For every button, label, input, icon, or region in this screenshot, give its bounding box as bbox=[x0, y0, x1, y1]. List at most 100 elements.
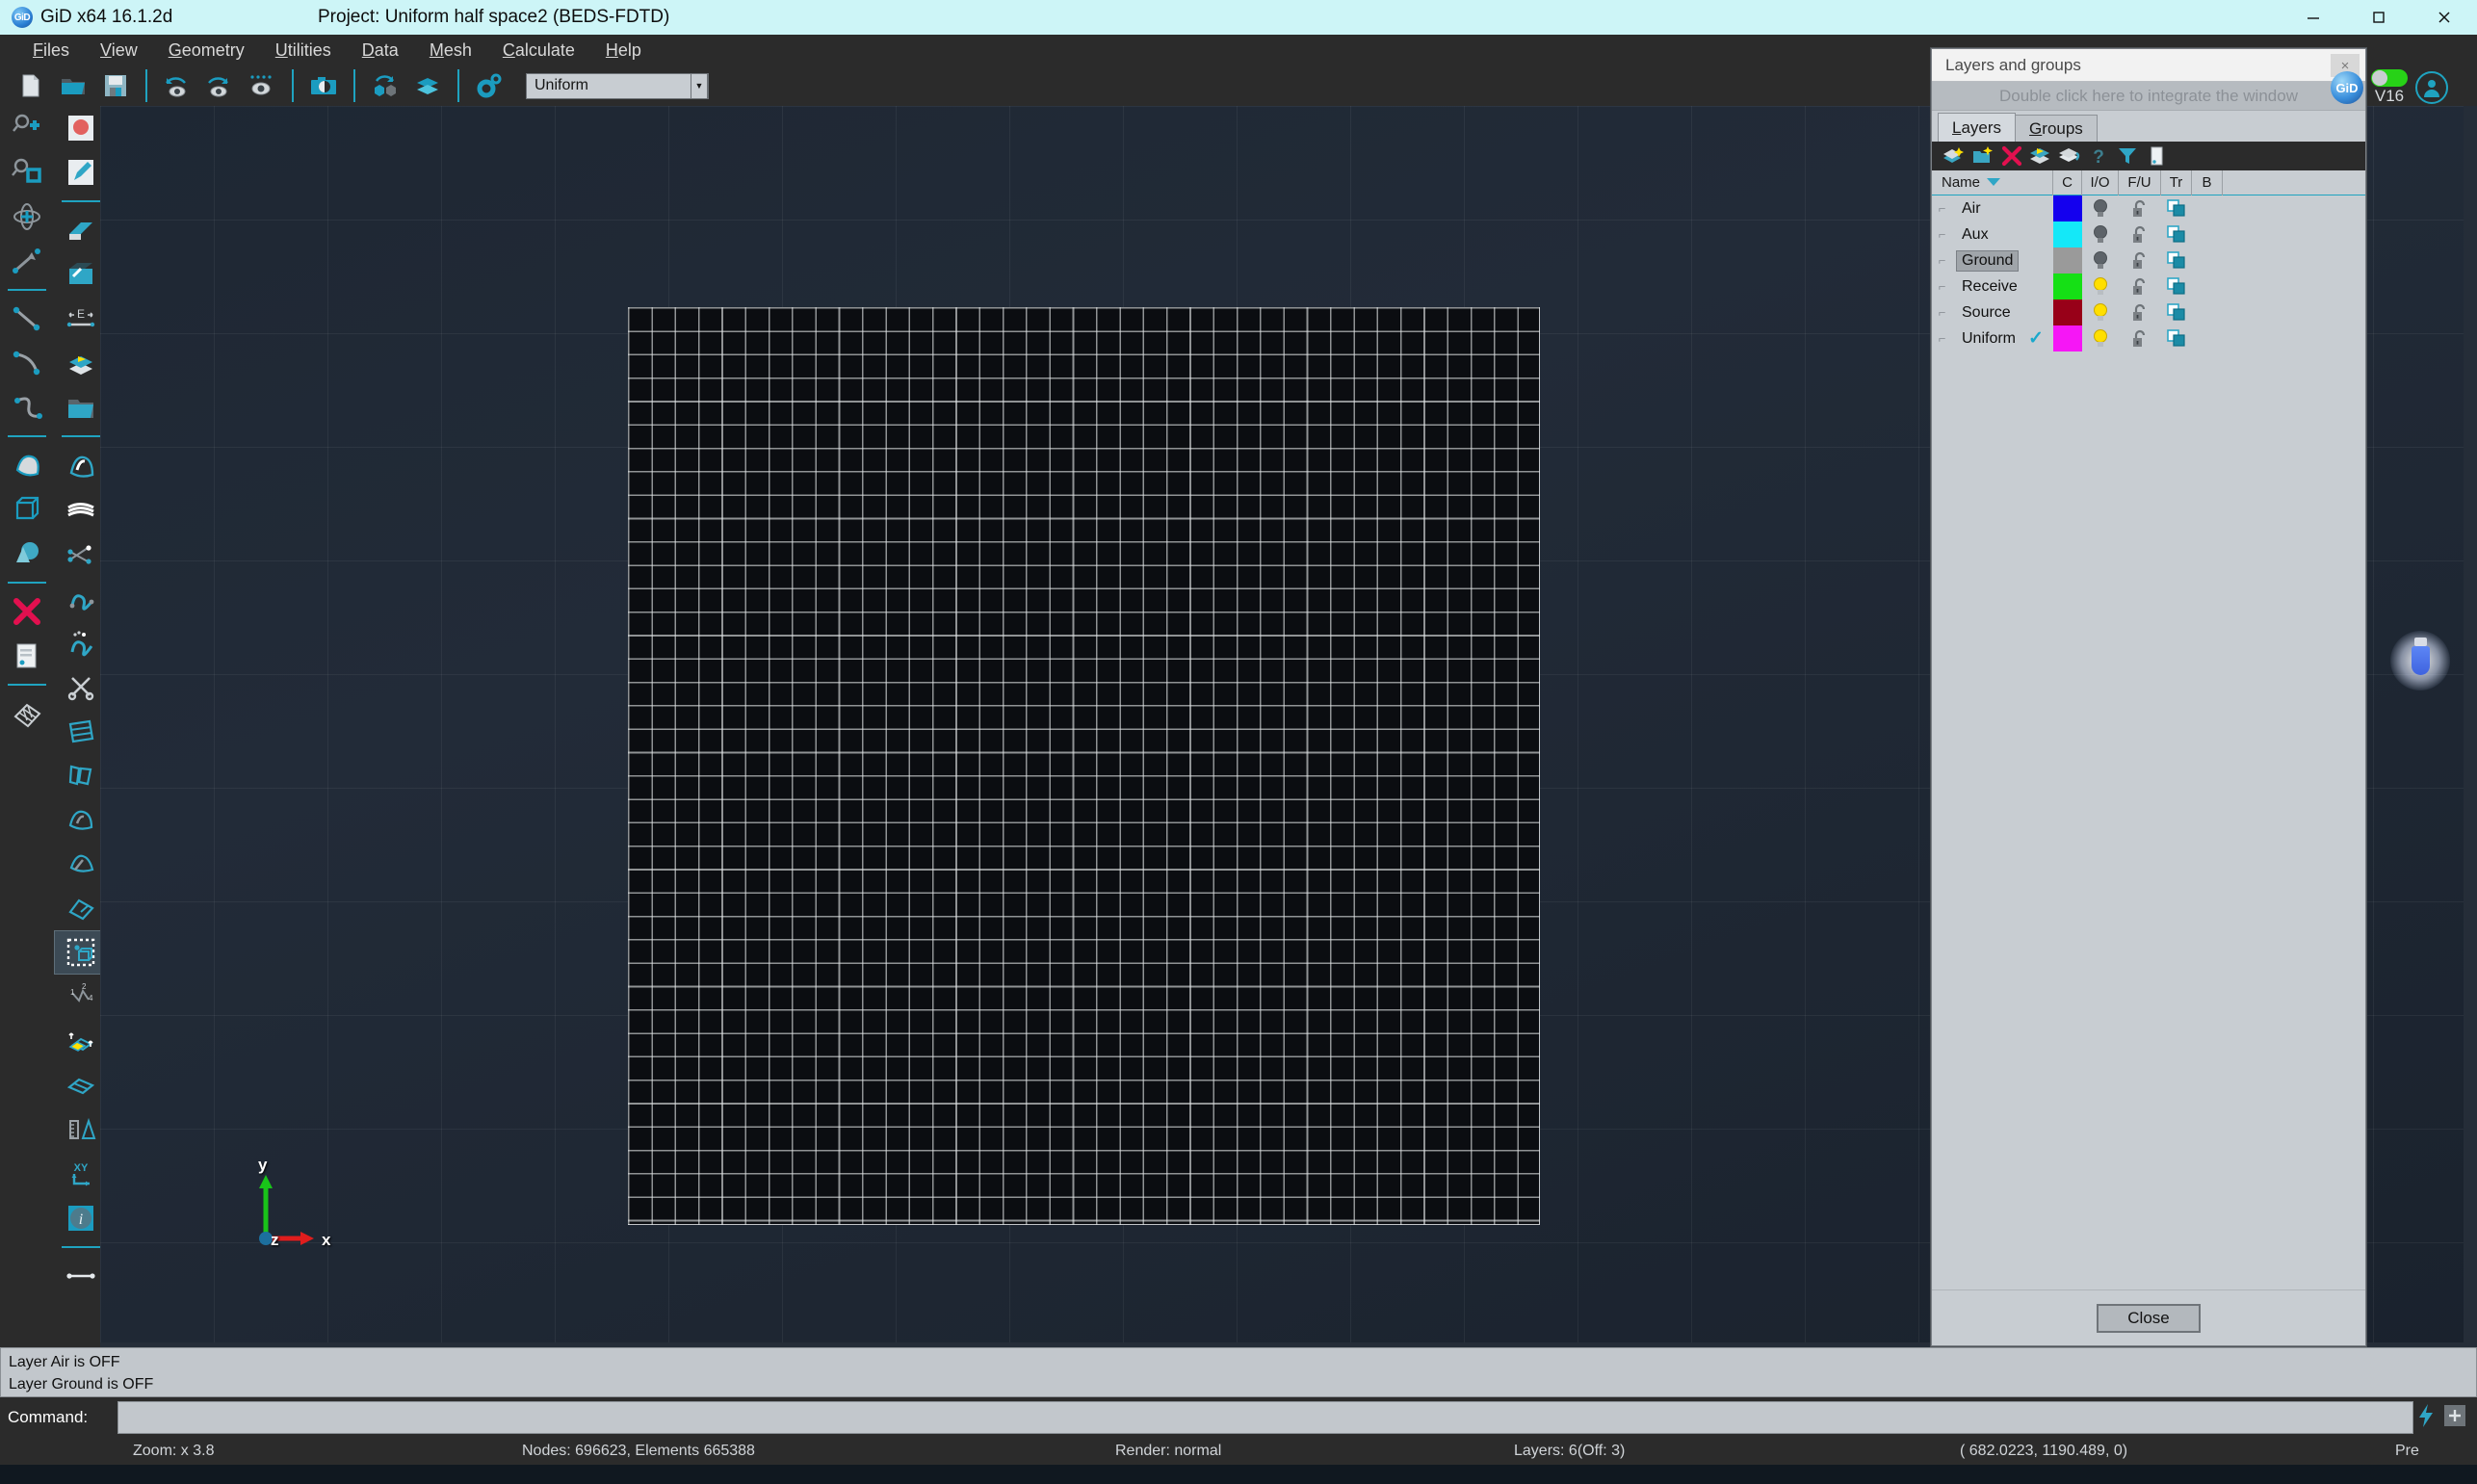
panel-integrate-hint[interactable]: Double click here to integrate the windo… bbox=[1932, 82, 2365, 111]
layer-back-cell[interactable] bbox=[2192, 273, 2223, 299]
unknown-layer-icon[interactable]: ? bbox=[2084, 143, 2113, 169]
license-toggle[interactable] bbox=[2371, 69, 2408, 87]
layer-visibility-bulb-icon[interactable] bbox=[2082, 221, 2119, 247]
layer-color-swatch[interactable] bbox=[2053, 273, 2082, 299]
menu-files[interactable]: Files bbox=[17, 39, 85, 63]
layer-back-cell[interactable] bbox=[2192, 247, 2223, 273]
layer-color-swatch[interactable] bbox=[2053, 247, 2082, 273]
layer-name-cell[interactable]: Air bbox=[1953, 199, 2053, 219]
layer-name-cell[interactable]: Receive bbox=[1953, 277, 2053, 297]
layer-freeze-lock-icon[interactable] bbox=[2119, 221, 2161, 247]
menu-calculate[interactable]: Calculate bbox=[487, 39, 590, 63]
arc-icon[interactable] bbox=[0, 341, 54, 385]
layer-row[interactable]: ⌐ Ground bbox=[1932, 247, 2365, 273]
surface-icon[interactable] bbox=[0, 443, 54, 487]
layer-row[interactable]: ⌐ Source bbox=[1932, 299, 2365, 325]
layer-name-cell[interactable]: Source bbox=[1953, 303, 2053, 323]
layer-freeze-lock-icon[interactable] bbox=[2119, 247, 2161, 273]
pan-icon[interactable] bbox=[0, 239, 54, 283]
layer-freeze-lock-icon[interactable] bbox=[2119, 325, 2161, 351]
delete-layer-icon[interactable] bbox=[1997, 143, 2026, 169]
zoom-next-icon[interactable] bbox=[198, 67, 241, 104]
layer-name-cell[interactable]: Aux bbox=[1953, 225, 2053, 245]
layer-visibility-bulb-icon[interactable] bbox=[2082, 299, 2119, 325]
tab-layers[interactable]: Layers bbox=[1938, 113, 2017, 142]
new-file-icon[interactable] bbox=[10, 67, 52, 104]
rotate-view-icon[interactable] bbox=[364, 67, 406, 104]
layer-color-swatch[interactable] bbox=[2053, 221, 2082, 247]
layer-back-cell[interactable] bbox=[2192, 325, 2223, 351]
rotate-trackball-icon[interactable] bbox=[0, 195, 54, 239]
snapshot-icon[interactable] bbox=[302, 67, 345, 104]
layer-transparency-icon[interactable] bbox=[2161, 273, 2192, 299]
layers-and-groups-panel[interactable]: Layers and groups × Double click here to… bbox=[1931, 48, 2366, 1346]
column-header-name[interactable]: Name bbox=[1932, 169, 2053, 195]
layer-color-swatch[interactable] bbox=[2053, 195, 2082, 221]
new-layer-folder-icon[interactable] bbox=[1969, 143, 1997, 169]
layer-color-swatch[interactable] bbox=[2053, 325, 2082, 351]
layers-list[interactable]: ⌐ Air ⌐ Aux ⌐ Ground ⌐ Receive ⌐ Source ⌐ Uniform ✓ bbox=[1932, 195, 2365, 351]
layer-visibility-bulb-icon[interactable] bbox=[2082, 273, 2119, 299]
column-header-color[interactable]: C bbox=[2053, 169, 2082, 195]
layer-transparency-icon[interactable] bbox=[2161, 247, 2192, 273]
layer-back-cell[interactable] bbox=[2192, 221, 2223, 247]
column-header-tr[interactable]: Tr bbox=[2161, 169, 2192, 195]
zoom-previous-icon[interactable] bbox=[156, 67, 198, 104]
open-folder-icon[interactable] bbox=[52, 67, 94, 104]
send-to-layer-icon[interactable] bbox=[2026, 143, 2055, 169]
canvas-scrollbar-vertical[interactable] bbox=[2464, 106, 2477, 1354]
layer-transparency-icon[interactable] bbox=[2161, 195, 2192, 221]
list-entities-icon[interactable] bbox=[0, 634, 54, 678]
close-button[interactable] bbox=[2412, 0, 2477, 35]
menu-geometry[interactable]: Geometry bbox=[153, 39, 260, 63]
menu-help[interactable]: Help bbox=[590, 39, 657, 63]
mesh-surface-icon[interactable] bbox=[0, 691, 54, 736]
layer-visibility-bulb-icon[interactable] bbox=[2082, 247, 2119, 273]
column-header-io[interactable]: I/O bbox=[2082, 169, 2119, 195]
new-layer-icon[interactable] bbox=[1940, 143, 1969, 169]
primitive-solids-icon[interactable] bbox=[0, 532, 54, 576]
layer-transparency-icon[interactable] bbox=[2161, 325, 2192, 351]
close-button[interactable]: Close bbox=[2097, 1303, 2201, 1333]
layer-properties-icon[interactable] bbox=[2055, 143, 2084, 169]
menu-utilities[interactable]: Utilities bbox=[260, 39, 347, 63]
layer-freeze-lock-icon[interactable] bbox=[2119, 273, 2161, 299]
layer-row[interactable]: ⌐ Uniform ✓ bbox=[1932, 325, 2365, 351]
tab-groups[interactable]: Groups bbox=[2015, 115, 2098, 142]
save-icon[interactable] bbox=[94, 67, 137, 104]
toggle-icon[interactable] bbox=[2442, 1403, 2467, 1433]
column-header-b[interactable]: B bbox=[2192, 169, 2223, 195]
menu-mesh[interactable]: Mesh bbox=[414, 39, 487, 63]
line-icon[interactable] bbox=[0, 297, 54, 341]
redraw-icon[interactable] bbox=[241, 67, 283, 104]
layer-list-icon[interactable] bbox=[2142, 143, 2171, 169]
delete-x-icon[interactable] bbox=[0, 589, 54, 634]
mesh-type-combo[interactable]: Uniform ▼ bbox=[526, 72, 709, 99]
layer-visibility-bulb-icon[interactable] bbox=[2082, 195, 2119, 221]
layer-visibility-bulb-icon[interactable] bbox=[2082, 325, 2119, 351]
chevron-down-icon[interactable]: ▼ bbox=[691, 72, 708, 99]
layers-icon[interactable] bbox=[406, 67, 449, 104]
filter-layers-icon[interactable] bbox=[2113, 143, 2142, 169]
zoom-window-icon[interactable] bbox=[0, 150, 54, 195]
volume-cube-icon[interactable] bbox=[0, 487, 54, 532]
layer-transparency-icon[interactable] bbox=[2161, 221, 2192, 247]
command-input[interactable] bbox=[117, 1401, 2413, 1434]
layer-freeze-lock-icon[interactable] bbox=[2119, 299, 2161, 325]
layer-transparency-icon[interactable] bbox=[2161, 299, 2192, 325]
column-header-fu[interactable]: F/U bbox=[2119, 169, 2161, 195]
menu-data[interactable]: Data bbox=[347, 39, 414, 63]
preferences-icon[interactable] bbox=[468, 67, 510, 104]
layer-row[interactable]: ⌐ Receive bbox=[1932, 273, 2365, 299]
chevron-down-icon[interactable] bbox=[1986, 174, 2001, 191]
layer-name-cell[interactable]: Ground bbox=[1953, 250, 2053, 271]
user-account-icon[interactable] bbox=[2415, 71, 2448, 104]
layer-color-swatch[interactable] bbox=[2053, 299, 2082, 325]
maximize-button[interactable] bbox=[2346, 0, 2412, 35]
layer-back-cell[interactable] bbox=[2192, 299, 2223, 325]
layer-back-cell[interactable] bbox=[2192, 195, 2223, 221]
layer-row[interactable]: ⌐ Aux bbox=[1932, 221, 2365, 247]
zoom-in-icon[interactable] bbox=[0, 106, 54, 150]
menu-view[interactable]: View bbox=[85, 39, 153, 63]
minimize-button[interactable] bbox=[2281, 0, 2346, 35]
